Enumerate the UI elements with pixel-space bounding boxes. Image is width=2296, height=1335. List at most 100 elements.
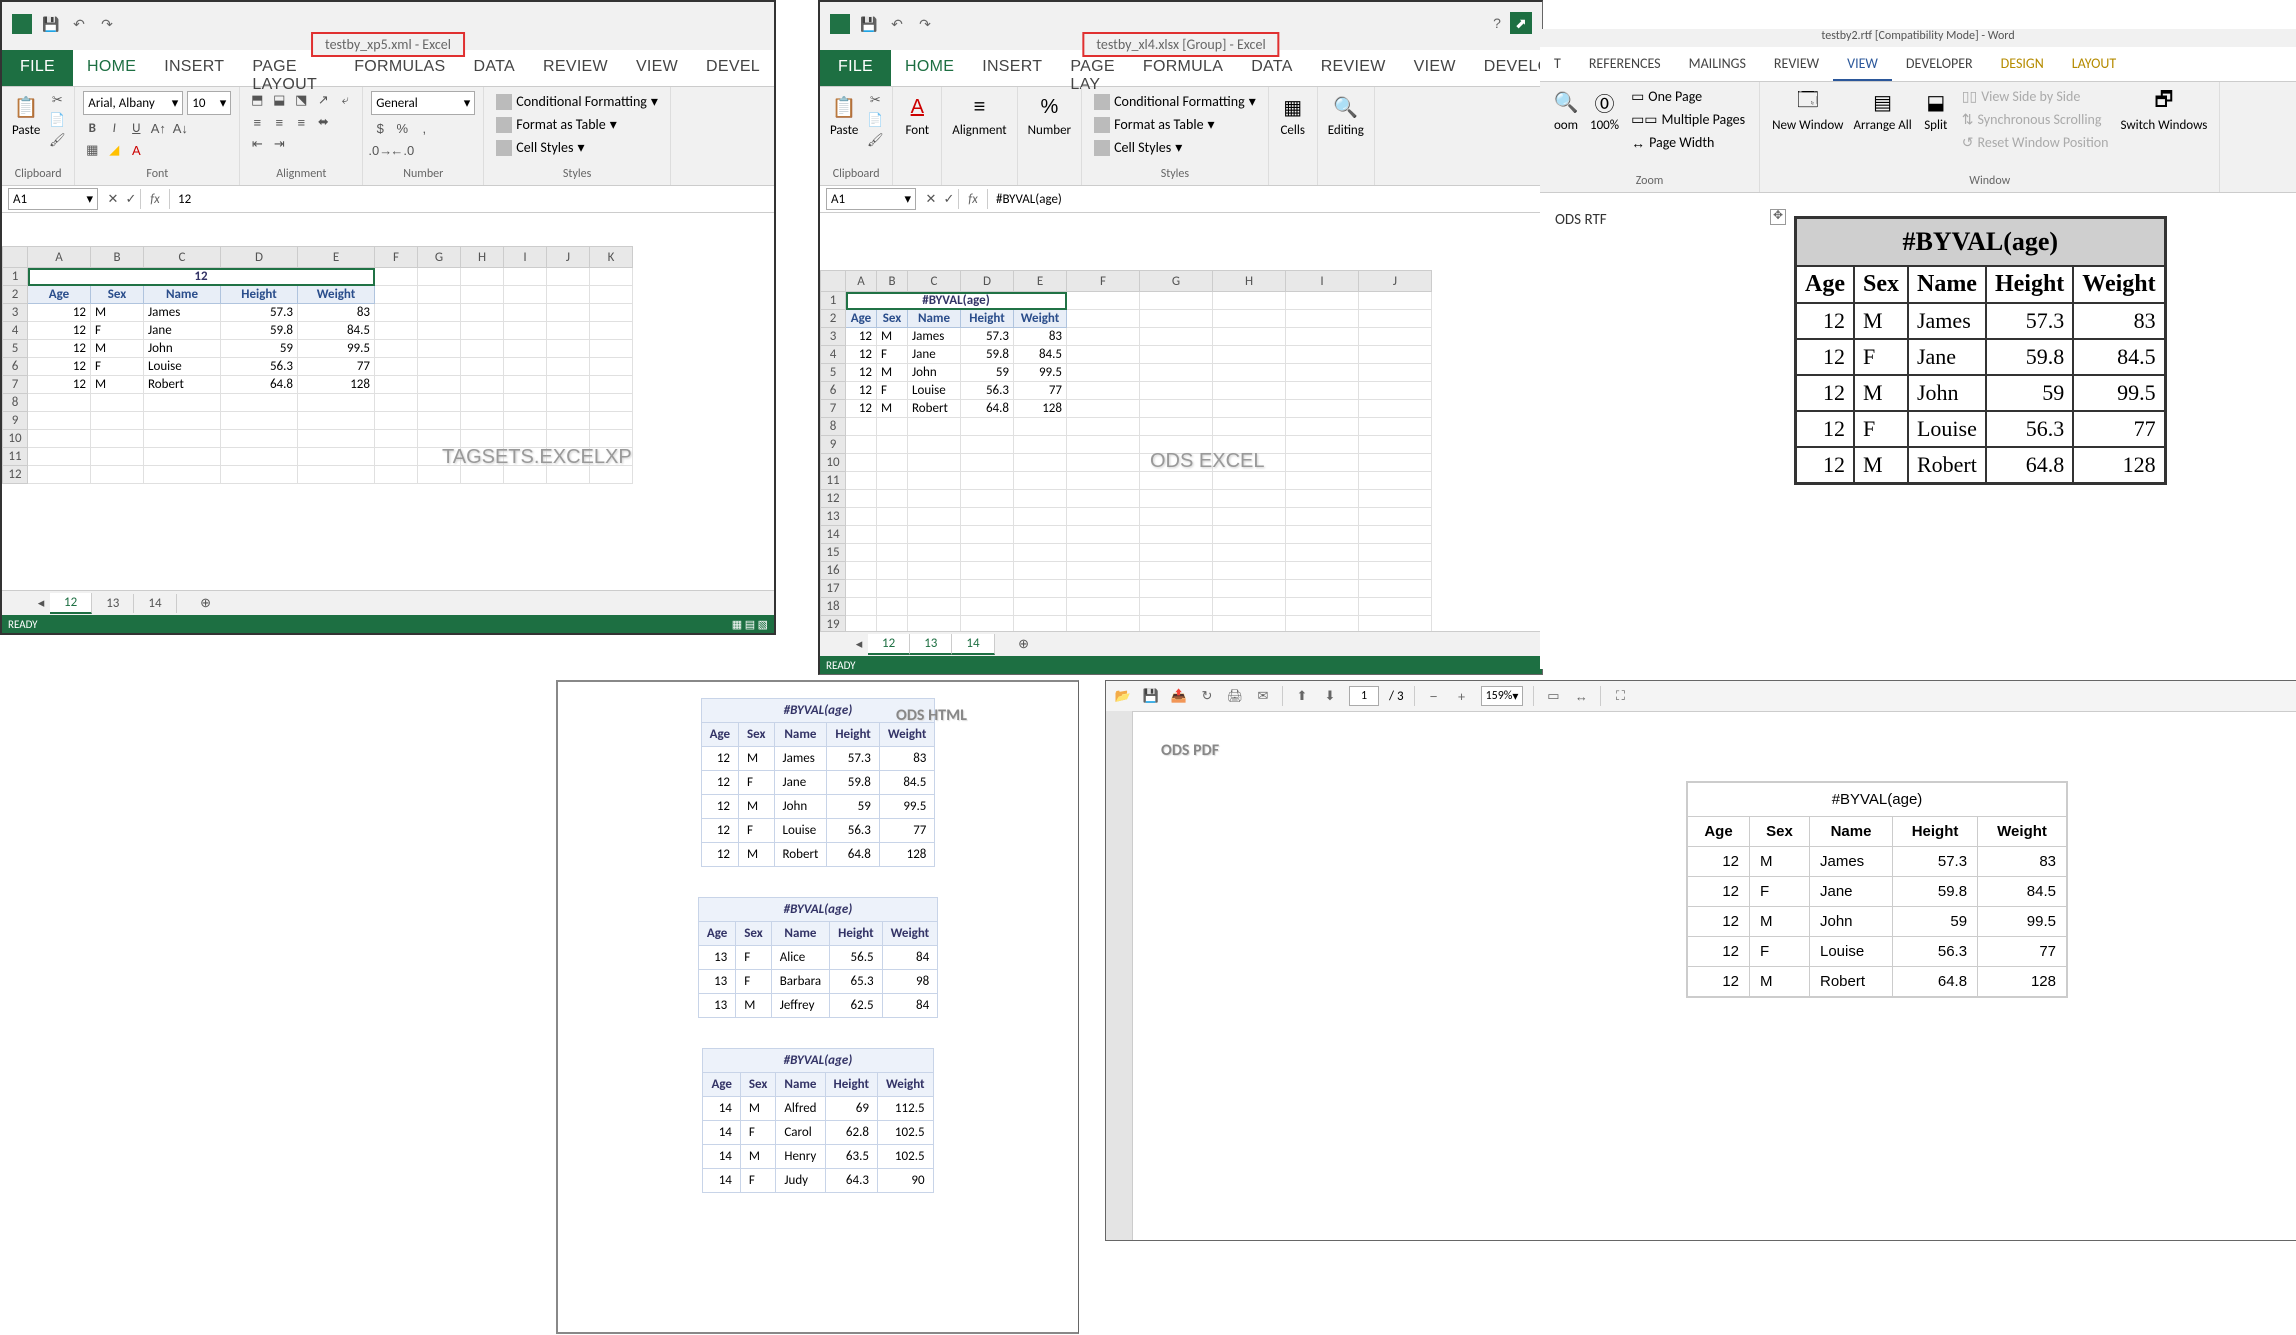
- page-width-button[interactable]: ↔Page Width: [1627, 132, 1749, 153]
- save-icon[interactable]: 💾: [860, 15, 878, 33]
- tab-insert[interactable]: INSERT: [968, 50, 1056, 86]
- sync-scroll-button[interactable]: ⇅Synchronous Scrolling: [1958, 109, 2113, 130]
- format-as-table-button[interactable]: Format as Table▾: [492, 114, 620, 135]
- conditional-formatting-button[interactable]: Conditional Formatting▾: [492, 91, 662, 112]
- formula-value[interactable]: 12: [170, 192, 199, 207]
- table-move-handle-icon[interactable]: ✥: [1770, 209, 1786, 225]
- underline-button[interactable]: U: [127, 119, 145, 137]
- multiple-pages-button[interactable]: ▭▭Multiple Pages: [1627, 109, 1749, 130]
- view-break-icon[interactable]: ▧: [758, 619, 768, 631]
- cells-button[interactable]: ▦Cells: [1277, 91, 1309, 140]
- dec-decimal-icon[interactable]: ←.0: [393, 141, 411, 159]
- export-icon[interactable]: 📤: [1170, 687, 1188, 705]
- format-painter-icon[interactable]: 🖌: [866, 131, 884, 149]
- align-top-icon[interactable]: ⬒: [248, 91, 266, 109]
- enter-icon[interactable]: ✓: [122, 190, 140, 208]
- italic-button[interactable]: I: [105, 119, 123, 137]
- sheet-tab-14[interactable]: 14: [134, 594, 176, 613]
- cancel-icon[interactable]: ✕: [104, 190, 122, 208]
- font-size-select[interactable]: 10▾: [187, 91, 231, 115]
- tab-develop[interactable]: DEVELOP: [1470, 50, 1543, 86]
- spreadsheet-grid[interactable]: ABCDEFGHIJ1#BYVAL(age)2AgeSexNameHeightW…: [820, 270, 1432, 634]
- sheet-tab-12[interactable]: 12: [50, 593, 92, 614]
- tab-review[interactable]: REVIEW: [529, 50, 622, 86]
- save-icon[interactable]: 💾: [42, 15, 60, 33]
- wrap-text-icon[interactable]: ⤶: [336, 91, 354, 109]
- open-icon[interactable]: 📂: [1114, 687, 1132, 705]
- redo-icon[interactable]: ↷: [916, 15, 934, 33]
- new-sheet-icon[interactable]: ⊕: [197, 594, 215, 612]
- orientation-icon[interactable]: ↗: [314, 91, 332, 109]
- zoom-100-button[interactable]: ⓪100%: [1588, 86, 1621, 135]
- inc-decimal-icon[interactable]: .0→: [371, 141, 389, 159]
- tab-view[interactable]: VIEW: [1833, 47, 1892, 81]
- mail-icon[interactable]: ✉: [1254, 687, 1272, 705]
- fit-width-icon[interactable]: ↔: [1572, 687, 1590, 705]
- cancel-icon[interactable]: ✕: [922, 190, 940, 208]
- tab-mailings[interactable]: MAILINGS: [1675, 47, 1760, 81]
- tab-scroll-left-icon[interactable]: ◂: [32, 594, 50, 612]
- format-painter-icon[interactable]: 🖌: [48, 131, 66, 149]
- formula-value[interactable]: #BYVAL(age): [988, 192, 1070, 207]
- cell-styles-button[interactable]: Cell Styles▾: [1090, 137, 1186, 158]
- number-format-select[interactable]: General▾: [371, 91, 475, 115]
- next-page-icon[interactable]: ⬇: [1321, 687, 1339, 705]
- tab-design[interactable]: DESIGN: [1987, 47, 2058, 81]
- copy-icon[interactable]: 📄: [48, 111, 66, 129]
- indent-inc-icon[interactable]: ⇥: [270, 135, 288, 153]
- tab-home[interactable]: HOME: [891, 50, 968, 86]
- sheet-tab-14[interactable]: 14: [952, 634, 994, 655]
- restore-icon[interactable]: ⬈: [1510, 12, 1532, 34]
- align-middle-icon[interactable]: ⬓: [270, 91, 288, 109]
- page-number-input[interactable]: 1: [1349, 686, 1379, 706]
- tab-review[interactable]: REVIEW: [1760, 47, 1833, 81]
- name-box[interactable]: A1▾: [826, 188, 916, 210]
- align-bottom-icon[interactable]: ⬔: [292, 91, 310, 109]
- decrease-font-icon[interactable]: A↓: [171, 119, 189, 137]
- increase-font-icon[interactable]: A↑: [149, 119, 167, 137]
- split-button[interactable]: ⬓Split: [1920, 86, 1952, 135]
- align-right-icon[interactable]: ≡: [292, 113, 310, 131]
- tab-scroll-left-icon[interactable]: ◂: [850, 635, 868, 653]
- tab-view[interactable]: VIEW: [622, 50, 692, 86]
- tab-layout[interactable]: LAYOUT: [2058, 47, 2130, 81]
- prev-page-icon[interactable]: ⬆: [1293, 687, 1311, 705]
- sheet-tab-13[interactable]: 13: [92, 594, 134, 613]
- editing-button[interactable]: 🔍Editing: [1326, 91, 1366, 140]
- refresh-icon[interactable]: ↻: [1198, 687, 1216, 705]
- tab-file[interactable]: FILE: [820, 50, 891, 86]
- number-button[interactable]: %Number: [1026, 91, 1073, 140]
- alignment-button[interactable]: ≡Alignment: [950, 91, 1008, 140]
- undo-icon[interactable]: ↶: [888, 15, 906, 33]
- zoom-select[interactable]: 159% ▾: [1481, 686, 1524, 706]
- fit-page-icon[interactable]: ▭: [1544, 687, 1562, 705]
- sheet-tab-12[interactable]: 12: [868, 634, 910, 655]
- font-color-icon[interactable]: A: [127, 141, 145, 159]
- view-side-by-side-button[interactable]: ▯▯View Side by Side: [1958, 86, 2113, 107]
- zoom-in-icon[interactable]: +: [1453, 687, 1471, 705]
- tab-references[interactable]: REFERENCES: [1575, 47, 1675, 81]
- tab-home[interactable]: HOME: [73, 50, 150, 86]
- save-icon[interactable]: 💾: [1142, 687, 1160, 705]
- view-page-icon[interactable]: ▤: [745, 619, 755, 631]
- tab-insert[interactable]: INSERT: [150, 50, 238, 86]
- borders-icon[interactable]: ▦: [83, 141, 101, 159]
- switch-windows-button[interactable]: 🗗Switch Windows: [2118, 86, 2209, 135]
- font-button[interactable]: AFont: [901, 91, 933, 140]
- copy-icon[interactable]: 📄: [866, 111, 884, 129]
- font-name-select[interactable]: Arial, Albany▾: [83, 91, 183, 115]
- pdf-sidebar[interactable]: [1106, 711, 1133, 1240]
- conditional-formatting-button[interactable]: Conditional Formatting▾: [1090, 91, 1260, 112]
- merge-icon[interactable]: ⬌: [314, 113, 332, 131]
- align-center-icon[interactable]: ≡: [270, 113, 288, 131]
- tab-cut[interactable]: T: [1540, 47, 1575, 81]
- fullscreen-icon[interactable]: ⛶: [1611, 687, 1629, 705]
- new-window-button[interactable]: 🗔New Window: [1770, 86, 1845, 135]
- comma-icon[interactable]: ,: [415, 119, 433, 137]
- tab-devel[interactable]: DEVEL: [692, 50, 774, 86]
- percent-icon[interactable]: %: [393, 119, 411, 137]
- cell-styles-button[interactable]: Cell Styles▾: [492, 137, 588, 158]
- enter-icon[interactable]: ✓: [940, 190, 958, 208]
- fx-icon[interactable]: fx: [958, 189, 988, 209]
- cut-icon[interactable]: ✂: [866, 91, 884, 109]
